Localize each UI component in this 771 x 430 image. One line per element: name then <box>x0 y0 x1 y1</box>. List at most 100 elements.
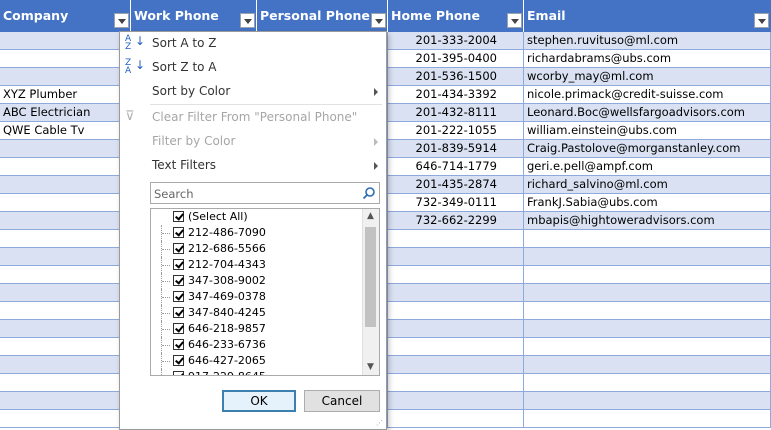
search-input[interactable]: Search <box>150 182 380 204</box>
checkbox-checked-icon[interactable] <box>173 211 184 222</box>
scroll-thumb[interactable] <box>365 227 376 327</box>
table-cell[interactable] <box>0 140 131 158</box>
checkbox-checked-icon[interactable] <box>173 323 184 334</box>
table-cell[interactable] <box>0 320 131 338</box>
filter-dropdown-button[interactable] <box>240 13 255 28</box>
table-cell[interactable] <box>0 356 131 374</box>
table-cell[interactable]: 732-662-2299 <box>388 212 524 230</box>
table-cell[interactable] <box>0 392 131 410</box>
table-cell[interactable]: 201-395-0400 <box>388 50 524 68</box>
table-cell[interactable] <box>0 212 131 230</box>
table-cell[interactable] <box>388 338 524 356</box>
table-cell[interactable]: nicole.primack@credit-suisse.com <box>524 86 771 104</box>
checkbox-checked-icon[interactable] <box>173 259 184 270</box>
table-cell[interactable] <box>0 158 131 176</box>
table-cell[interactable] <box>388 320 524 338</box>
table-cell[interactable] <box>388 356 524 374</box>
table-cell[interactable] <box>388 392 524 410</box>
table-cell[interactable]: 201-839-5914 <box>388 140 524 158</box>
checkbox-checked-icon[interactable] <box>173 339 184 350</box>
header-personal-phone[interactable]: Personal Phone <box>257 0 388 32</box>
table-cell[interactable] <box>388 302 524 320</box>
sort-by-color-item[interactable]: Sort by Color <box>120 80 386 102</box>
table-cell[interactable] <box>524 266 771 284</box>
table-cell[interactable] <box>524 230 771 248</box>
table-cell[interactable]: 201-222-1055 <box>388 122 524 140</box>
table-cell[interactable] <box>524 302 771 320</box>
table-cell[interactable] <box>0 302 131 320</box>
table-cell[interactable]: XYZ Plumber <box>0 86 131 104</box>
table-cell[interactable]: 646-714-1779 <box>388 158 524 176</box>
scroll-up-icon[interactable]: ▲ <box>366 212 375 221</box>
table-cell[interactable]: 201-432-8111 <box>388 104 524 122</box>
header-email[interactable]: Email <box>524 0 771 32</box>
table-cell[interactable]: richardabrams@ubs.com <box>524 50 771 68</box>
checkbox-checked-icon[interactable] <box>173 243 184 254</box>
table-cell[interactable] <box>388 266 524 284</box>
table-cell[interactable] <box>388 374 524 392</box>
cancel-button[interactable]: Cancel <box>304 390 380 412</box>
table-cell[interactable]: geri.e.pell@ampf.com <box>524 158 771 176</box>
table-cell[interactable] <box>0 266 131 284</box>
table-cell[interactable] <box>524 410 771 428</box>
table-cell[interactable] <box>524 320 771 338</box>
table-cell[interactable]: stephen.ruvituso@ml.com <box>524 32 771 50</box>
list-scrollbar[interactable]: ▲ ▼ <box>362 209 379 375</box>
table-cell[interactable]: Leonard.Boc@wellsfargoadvisors.com <box>524 104 771 122</box>
table-cell[interactable]: 201-435-2874 <box>388 176 524 194</box>
header-home-phone[interactable]: Home Phone <box>388 0 524 32</box>
table-cell[interactable] <box>388 248 524 266</box>
header-company[interactable]: Company <box>0 0 131 32</box>
filter-dropdown-button[interactable] <box>754 13 769 28</box>
table-cell[interactable]: 732-349-0111 <box>388 194 524 212</box>
table-cell[interactable] <box>388 230 524 248</box>
ok-button[interactable]: OK <box>222 390 296 412</box>
table-cell[interactable] <box>0 374 131 392</box>
table-cell[interactable]: FrankJ.Sabia@ubs.com <box>524 194 771 212</box>
filter-dropdown-button[interactable] <box>507 13 522 28</box>
table-cell[interactable]: 201-434-3392 <box>388 86 524 104</box>
sort-z-to-a-item[interactable]: Z A ↓ Sort Z to A <box>120 56 386 78</box>
scroll-down-icon[interactable]: ▼ <box>366 363 375 372</box>
table-cell[interactable] <box>0 284 131 302</box>
checkbox-checked-icon[interactable] <box>173 371 184 375</box>
checkbox-checked-icon[interactable] <box>173 291 184 302</box>
table-cell[interactable] <box>388 410 524 428</box>
table-cell[interactable] <box>0 410 131 428</box>
table-cell[interactable] <box>0 248 131 266</box>
table-cell[interactable] <box>524 356 771 374</box>
checkbox-checked-icon[interactable] <box>173 227 184 238</box>
table-cell[interactable] <box>0 176 131 194</box>
text-filters-item[interactable]: Text Filters <box>120 154 386 176</box>
sort-a-to-z-item[interactable]: A Z ↓ Sort A to Z <box>120 32 386 54</box>
table-cell[interactable] <box>524 338 771 356</box>
filter-dropdown-button[interactable] <box>371 13 386 28</box>
table-cell[interactable] <box>524 392 771 410</box>
table-cell[interactable]: richard_salvino@ml.com <box>524 176 771 194</box>
submenu-arrow-icon <box>374 162 378 170</box>
table-cell[interactable] <box>0 338 131 356</box>
table-cell[interactable]: mbapis@hightoweradvisors.com <box>524 212 771 230</box>
resize-grip-icon[interactable]: ⋰ <box>376 419 384 427</box>
table-cell[interactable]: ABC Electrician <box>0 104 131 122</box>
table-cell[interactable]: william.einstein@ubs.com <box>524 122 771 140</box>
checkbox-checked-icon[interactable] <box>173 307 184 318</box>
table-cell[interactable]: Craig.Pastolove@morganstanley.com <box>524 140 771 158</box>
table-cell[interactable] <box>524 374 771 392</box>
table-cell[interactable] <box>0 68 131 86</box>
table-cell[interactable]: QWE Cable Tv <box>0 122 131 140</box>
table-cell[interactable] <box>524 284 771 302</box>
table-cell[interactable] <box>0 230 131 248</box>
table-cell[interactable] <box>0 50 131 68</box>
header-work-phone[interactable]: Work Phone <box>131 0 257 32</box>
checkbox-checked-icon[interactable] <box>173 275 184 286</box>
checkbox-checked-icon[interactable] <box>173 355 184 366</box>
table-cell[interactable] <box>0 32 131 50</box>
table-cell[interactable]: wcorby_may@ml.com <box>524 68 771 86</box>
table-cell[interactable] <box>0 194 131 212</box>
table-cell[interactable]: 201-536-1500 <box>388 68 524 86</box>
table-cell[interactable]: 201-333-2004 <box>388 32 524 50</box>
table-cell[interactable] <box>524 248 771 266</box>
filter-dropdown-button[interactable] <box>114 13 129 28</box>
table-cell[interactable] <box>388 284 524 302</box>
